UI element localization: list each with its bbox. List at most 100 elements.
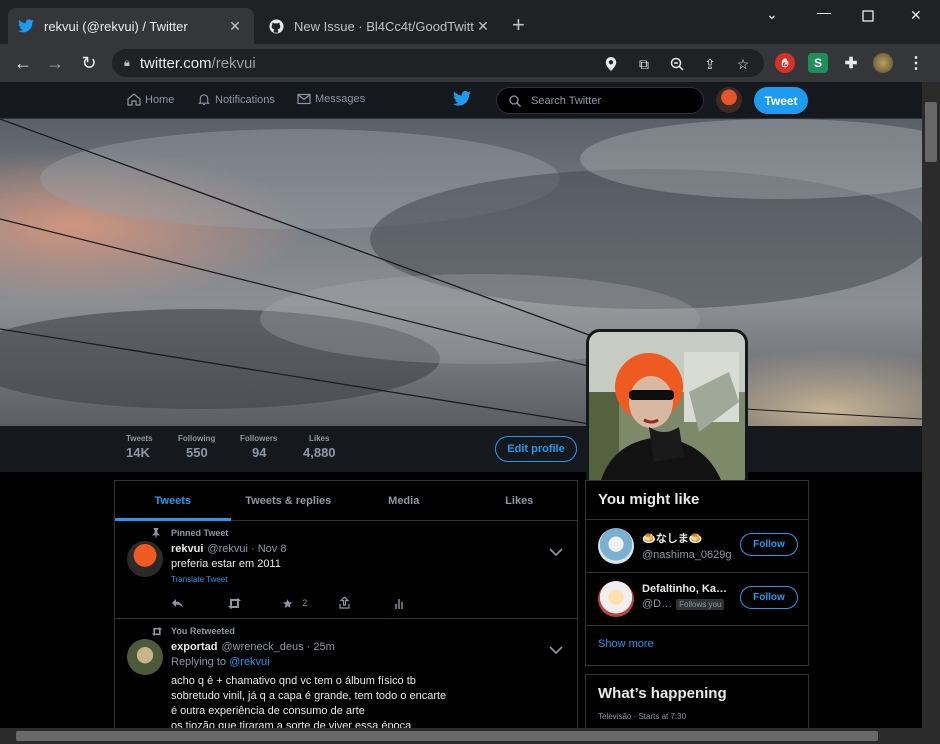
nav-messages[interactable]: Messages xyxy=(297,93,365,105)
tab-tweets-and-replies[interactable]: Tweets & replies xyxy=(231,481,347,520)
tab-twitter-profile[interactable]: rekvui (@rekvui) / Twitter ✕ xyxy=(8,8,254,44)
follows-you-badge: Follows you xyxy=(676,598,725,610)
profile-timeline: Tweets Tweets & replies Media Likes Pinn… xyxy=(114,480,578,728)
tab-media[interactable]: Media xyxy=(346,481,462,520)
twitter-page: Home Notifications Messages Search Twitt… xyxy=(0,82,922,728)
tweet-text: acho q é + chamativo qnd vc tem o álbum … xyxy=(171,675,447,728)
tweet-retweeted[interactable]: You Retweeted exportad @wreneck_deus · 2… xyxy=(115,619,577,728)
chevron-down-icon[interactable] xyxy=(549,641,563,659)
whats-happening-panel: What’s happening Televisão · Starts at 7… xyxy=(585,674,809,728)
stat-following[interactable]: Following 550 xyxy=(178,434,215,460)
back-icon[interactable]: ← xyxy=(12,52,34,74)
panel-title: You might like xyxy=(598,491,700,508)
extensions-puzzle-icon[interactable]: ✚ xyxy=(841,53,861,73)
nav-home[interactable]: Home xyxy=(127,93,174,106)
share-icon[interactable] xyxy=(339,597,395,609)
bell-icon xyxy=(198,94,210,106)
nav-messages-label: Messages xyxy=(315,93,366,105)
search-input[interactable]: Search Twitter xyxy=(496,87,704,114)
envelope-icon xyxy=(297,93,311,105)
tweet-pinned[interactable]: Pinned Tweet rekvui @rekvui · Nov 8 pref… xyxy=(115,521,577,619)
tweet-header: rekvui @rekvui · Nov 8 xyxy=(171,543,567,555)
new-tab-button[interactable]: + xyxy=(512,14,525,36)
reply-mention-link[interactable]: @rekvui xyxy=(229,656,270,668)
home-icon xyxy=(127,93,141,106)
like-count: 2 xyxy=(302,598,308,608)
tab-tweets[interactable]: Tweets xyxy=(115,481,231,521)
maximize-icon[interactable] xyxy=(862,9,874,25)
twitter-logo-icon[interactable] xyxy=(453,90,471,111)
address-bar[interactable]: 🔒︎ twitter.com/rekvui ⧉ ⇪ ☆ xyxy=(112,49,764,77)
open-external-icon[interactable]: ⧉ xyxy=(635,55,653,73)
panel-title: What’s happening xyxy=(598,685,727,702)
tab-search-icon[interactable]: ⌄ xyxy=(766,6,778,23)
avatar[interactable] xyxy=(598,581,634,617)
tweet-text: preferia estar em 2011 xyxy=(171,558,281,570)
retweet-icon[interactable] xyxy=(227,597,283,609)
nav-notifications-label: Notifications xyxy=(215,93,275,106)
follow-button[interactable]: Follow xyxy=(740,533,798,556)
timeline-tabs: Tweets Tweets & replies Media Likes xyxy=(115,481,577,521)
tweet-button[interactable]: Tweet xyxy=(754,87,808,114)
tab-title: rekvui (@rekvui) / Twitter xyxy=(44,18,188,34)
close-tab-icon[interactable]: ✕ xyxy=(474,18,492,35)
forward-icon[interactable]: → xyxy=(44,52,66,74)
reload-icon[interactable]: ↻ xyxy=(78,52,100,74)
tweet-context: Pinned Tweet xyxy=(152,527,567,539)
stat-tweets[interactable]: Tweets 14K xyxy=(126,434,153,460)
tweet-author-name[interactable]: exportad xyxy=(171,641,217,653)
s-extension-icon[interactable]: S xyxy=(808,53,828,73)
suggestion-item[interactable]: Defaltinho, Ka… @D… Follows you Follow xyxy=(586,572,808,625)
scrollbar-thumb[interactable] xyxy=(925,102,937,162)
vertical-scrollbar[interactable] xyxy=(922,82,940,728)
browser-toolbar: ← → ↻ 🔒︎ twitter.com/rekvui ⧉ ⇪ ☆ ✋︎ S ✚… xyxy=(0,44,940,82)
trend-meta: Televisão · Starts at 7:30 xyxy=(598,712,687,721)
twitter-bird-icon xyxy=(18,18,34,34)
replying-to: Replying to @rekvui xyxy=(171,656,270,668)
avatar[interactable] xyxy=(127,541,163,577)
translate-tweet-link[interactable]: Translate Tweet xyxy=(171,575,567,584)
edit-profile-button[interactable]: Edit profile xyxy=(495,436,577,462)
like-button[interactable]: 2 xyxy=(283,597,339,610)
avatar[interactable] xyxy=(127,639,163,675)
follow-button[interactable]: Follow xyxy=(740,586,798,609)
profile-avatar-icon[interactable] xyxy=(873,53,893,73)
tweet-author-name[interactable]: rekvui xyxy=(171,543,203,555)
profile-banner[interactable] xyxy=(0,119,922,426)
chevron-down-icon[interactable] xyxy=(549,543,563,561)
tab-github-issue[interactable]: New Issue · Bl4Cc4t/GoodTwitter2 ✕ xyxy=(258,8,502,44)
tweet-meta: @wreneck_deus · 25m xyxy=(221,641,335,653)
suggestion-name[interactable]: 🍮なしま🍮 xyxy=(642,530,732,546)
tab-title: New Issue · Bl4Cc4t/GoodTwitter2 xyxy=(294,18,474,34)
stop-extension-icon[interactable]: ✋︎ xyxy=(775,53,795,73)
location-icon[interactable] xyxy=(602,55,620,73)
horizontal-scrollbar[interactable] xyxy=(0,728,940,744)
nav-avatar[interactable] xyxy=(716,87,742,113)
tweet-actions: 2 xyxy=(171,588,567,618)
close-window-icon[interactable]: ✕ xyxy=(910,7,922,24)
suggestion-item[interactable]: 🍮なしま🍮 @nashima_0629g Follow xyxy=(586,519,808,572)
lock-icon: 🔒︎ xyxy=(124,56,130,69)
share-icon[interactable]: ⇪ xyxy=(701,55,719,73)
suggestion-name[interactable]: Defaltinho, Ka… xyxy=(642,583,732,595)
menu-kebab-icon[interactable]: ⋮ xyxy=(906,53,926,73)
zoom-icon[interactable] xyxy=(668,55,686,73)
minimize-icon[interactable]: — xyxy=(817,4,831,20)
stat-likes[interactable]: Likes 4,880 xyxy=(303,434,336,460)
search-icon xyxy=(509,94,521,107)
tab-likes[interactable]: Likes xyxy=(462,481,578,520)
close-tab-icon[interactable]: ✕ xyxy=(226,18,244,35)
avatar[interactable] xyxy=(598,528,634,564)
nav-notifications[interactable]: Notifications xyxy=(197,93,275,106)
analytics-icon[interactable] xyxy=(395,598,451,609)
show-more-link[interactable]: Show more xyxy=(586,625,808,665)
tweet-meta: @rekvui · Nov 8 xyxy=(207,543,287,555)
profile-picture[interactable] xyxy=(586,329,748,491)
retweet-icon xyxy=(151,626,163,636)
who-to-follow-panel: You might like 🍮なしま🍮 @nashima_0629g Foll… xyxy=(585,480,809,666)
reply-icon[interactable] xyxy=(171,598,227,609)
stat-followers[interactable]: Followers 94 xyxy=(240,434,277,460)
bookmark-star-icon[interactable]: ☆ xyxy=(734,55,752,73)
scrollbar-thumb[interactable] xyxy=(16,731,878,741)
tweet-context: You Retweeted xyxy=(151,625,567,637)
